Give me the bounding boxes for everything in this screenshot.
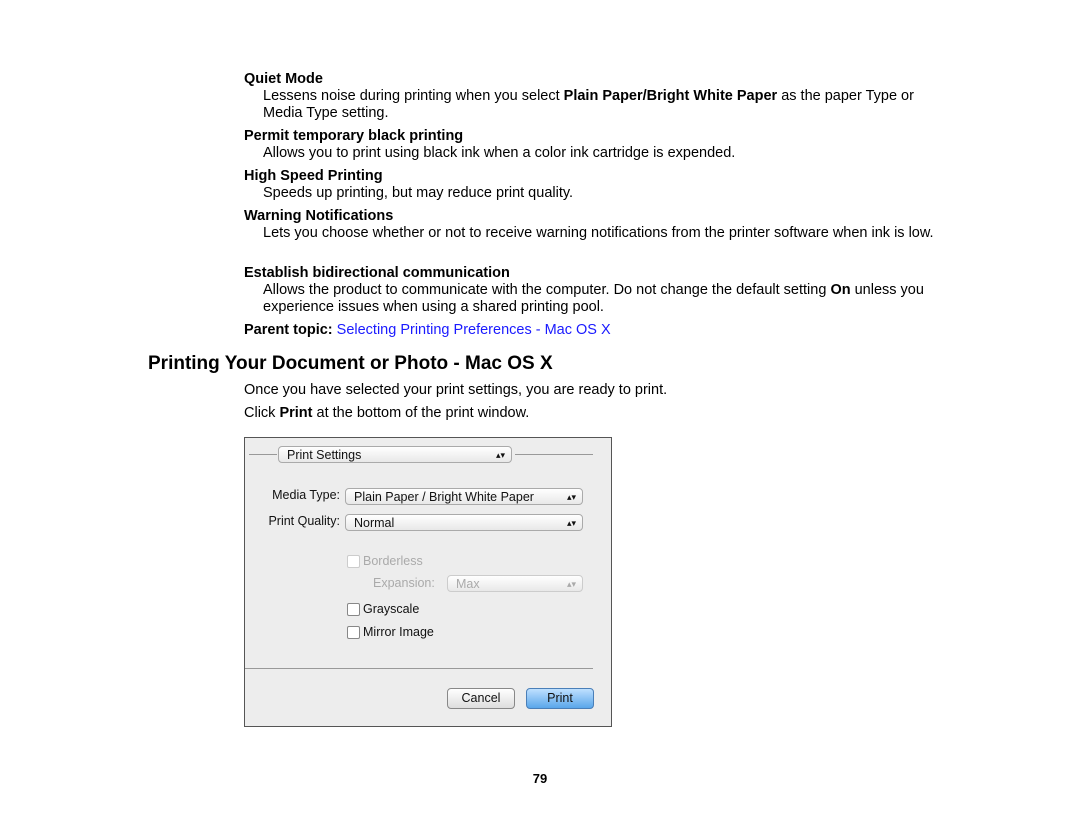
item-title: Quiet Mode	[244, 71, 323, 87]
updown-icon: ▴▾	[566, 579, 576, 589]
item-title: Warning Notifications	[244, 208, 394, 224]
cancel-button[interactable]: Cancel	[447, 688, 515, 709]
borderless-checkbox[interactable]	[347, 555, 360, 568]
borderless-label: Borderless	[363, 554, 423, 568]
parent-topic-link[interactable]: Selecting Printing Preferences - Mac OS …	[337, 322, 611, 338]
mirror-image-checkbox[interactable]	[347, 626, 360, 639]
item-desc: Allows you to print using black ink when…	[263, 145, 736, 161]
item-title: Permit temporary black printing	[244, 128, 464, 144]
item-title: High Speed Printing	[244, 168, 383, 184]
item-desc: Allows the product to communicate with t…	[263, 282, 924, 315]
expansion-label: Expansion:	[373, 576, 435, 590]
expansion-select[interactable]: Max ▴▾	[447, 575, 583, 592]
item-desc: Lessens noise during printing when you s…	[263, 88, 914, 121]
mirror-image-label: Mirror Image	[363, 625, 434, 639]
item-desc: Lets you choose whether or not to receiv…	[263, 225, 934, 241]
updown-icon: ▴▾	[495, 450, 505, 460]
print-quality-select[interactable]: Normal ▴▾	[345, 514, 583, 531]
print-dialog-screenshot: Print Settings ▴▾ Media Type: Plain Paper…	[244, 437, 612, 727]
media-type-select[interactable]: Plain Paper / Bright White Paper ▴▾	[345, 488, 583, 505]
item-title: Establish bidirectional communication	[244, 265, 510, 281]
item-desc: Speeds up printing, but may reduce print…	[263, 185, 574, 201]
media-type-label: Media Type:	[272, 488, 340, 502]
section-text: Click Print at the bottom of the print w…	[244, 405, 530, 421]
grayscale-label: Grayscale	[363, 602, 420, 616]
updown-icon: ▴▾	[566, 492, 576, 502]
updown-icon: ▴▾	[566, 518, 576, 528]
section-text: Once you have selected your print settin…	[244, 382, 668, 398]
print-button[interactable]: Print	[526, 688, 594, 709]
print-quality-label: Print Quality:	[268, 514, 340, 528]
grayscale-checkbox[interactable]	[347, 603, 360, 616]
panel-select[interactable]: Print Settings ▴▾	[278, 446, 512, 463]
section-title: Printing Your Document or Photo - Mac OS…	[148, 353, 553, 374]
parent-topic: Parent topic: Selecting Printing Prefere…	[244, 322, 611, 338]
page-number: 79	[532, 771, 548, 786]
